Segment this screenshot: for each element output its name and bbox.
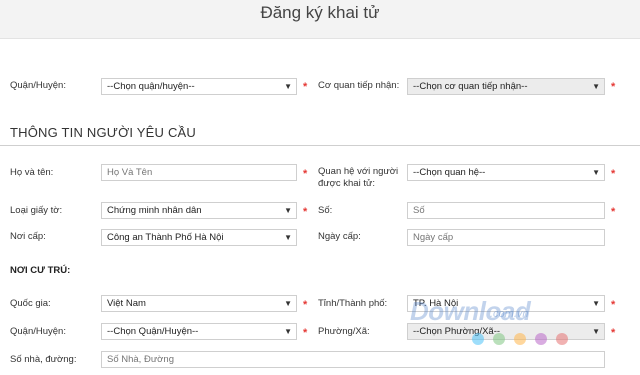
caret-down-icon: ▼ bbox=[284, 233, 292, 242]
address-input[interactable] bbox=[101, 351, 605, 368]
required-marker: * bbox=[611, 299, 616, 311]
ward-select-value: --Chọn Phường/Xã-- bbox=[413, 326, 501, 337]
watermark-domain: .com.vn bbox=[490, 308, 529, 320]
issue-date-label: Ngày cấp: bbox=[318, 231, 361, 242]
residence-district-select-value: --Chọn Quận/Huyện-- bbox=[107, 326, 199, 337]
section-divider bbox=[0, 145, 640, 146]
doc-type-select-value: Chứng minh nhân dân bbox=[107, 205, 202, 216]
doc-type-label: Loại giấy tờ: bbox=[10, 205, 63, 216]
name-input[interactable] bbox=[101, 164, 297, 181]
required-marker: * bbox=[611, 327, 616, 339]
required-marker: * bbox=[611, 206, 616, 218]
required-marker: * bbox=[303, 81, 308, 93]
ward-label: Phường/Xã: bbox=[318, 326, 370, 337]
caret-down-icon: ▼ bbox=[592, 168, 600, 177]
district-select[interactable]: --Chọn quận/huyện-- ▼ bbox=[101, 78, 297, 95]
number-label: Số: bbox=[318, 205, 333, 216]
province-label: Tỉnh/Thành phố: bbox=[318, 298, 388, 309]
caret-down-icon: ▼ bbox=[284, 327, 292, 336]
caret-down-icon: ▼ bbox=[592, 327, 600, 336]
issued-by-select-value: Công an Thành Phố Hà Nội bbox=[107, 232, 224, 243]
caret-down-icon: ▼ bbox=[592, 299, 600, 308]
agency-label: Cơ quan tiếp nhận: bbox=[318, 80, 400, 91]
issued-by-select[interactable]: Công an Thành Phố Hà Nội ▼ bbox=[101, 229, 297, 246]
number-input[interactable] bbox=[407, 202, 605, 219]
required-marker: * bbox=[611, 168, 616, 180]
relation-select-value: --Chọn quan hệ-- bbox=[413, 167, 486, 178]
required-marker: * bbox=[303, 299, 308, 311]
residence-district-select[interactable]: --Chọn Quận/Huyện-- ▼ bbox=[101, 323, 297, 340]
residence-district-label: Quận/Huyện: bbox=[10, 326, 66, 337]
issue-date-input[interactable] bbox=[407, 229, 605, 246]
header-bar: Đăng ký khai tử bbox=[0, 0, 640, 39]
caret-down-icon: ▼ bbox=[284, 206, 292, 215]
watermark-dot bbox=[493, 333, 505, 345]
relation-label-line2: được khai tử: bbox=[318, 178, 375, 189]
agency-select[interactable]: --Chọn cơ quan tiếp nhận-- ▼ bbox=[407, 78, 605, 95]
section-title: THÔNG TIN NGƯỜI YÊU CẦU bbox=[10, 125, 196, 140]
country-label: Quốc gia: bbox=[10, 298, 51, 309]
required-marker: * bbox=[303, 206, 308, 218]
watermark-dot bbox=[535, 333, 547, 345]
watermark-dot bbox=[514, 333, 526, 345]
relation-select[interactable]: --Chọn quan hệ-- ▼ bbox=[407, 164, 605, 181]
page-title: Đăng ký khai tử bbox=[260, 3, 380, 22]
caret-down-icon: ▼ bbox=[284, 82, 292, 91]
caret-down-icon: ▼ bbox=[592, 82, 600, 91]
country-select[interactable]: Việt Nam ▼ bbox=[101, 295, 297, 312]
watermark-dot bbox=[472, 333, 484, 345]
watermark-dot bbox=[556, 333, 568, 345]
country-select-value: Việt Nam bbox=[107, 298, 146, 309]
doc-type-select[interactable]: Chứng minh nhân dân ▼ bbox=[101, 202, 297, 219]
issued-by-label: Nơi cấp: bbox=[10, 231, 46, 242]
name-label: Họ và tên: bbox=[10, 167, 54, 178]
required-marker: * bbox=[303, 327, 308, 339]
district-label: Quận/Huyện: bbox=[10, 80, 66, 91]
address-label: Số nhà, đường: bbox=[10, 354, 77, 365]
relation-label-line1: Quan hệ với người bbox=[318, 166, 399, 177]
residence-heading: NƠI CƯ TRÚ: bbox=[10, 265, 71, 276]
district-select-value: --Chọn quận/huyện-- bbox=[107, 81, 195, 92]
required-marker: * bbox=[303, 168, 308, 180]
agency-select-value: --Chọn cơ quan tiếp nhận-- bbox=[413, 81, 528, 92]
required-marker: * bbox=[611, 81, 616, 93]
caret-down-icon: ▼ bbox=[284, 299, 292, 308]
